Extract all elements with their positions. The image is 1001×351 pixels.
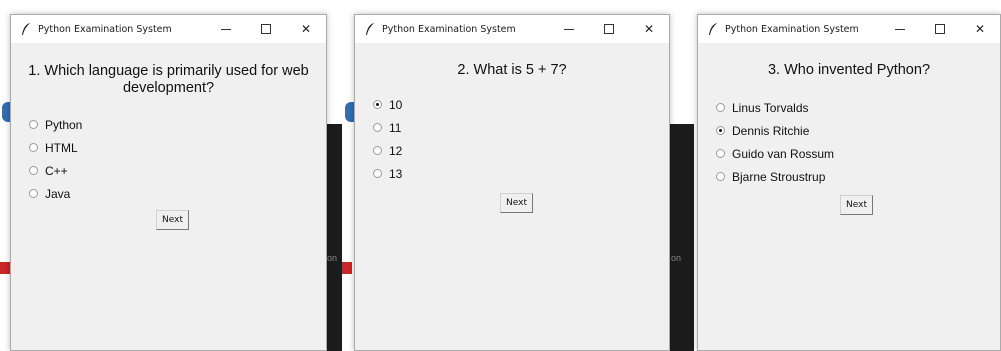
window-controls: ✕: [549, 15, 669, 43]
exam-window-1: Python Examination System ✕ 1. Which lan…: [10, 14, 327, 351]
close-button[interactable]: ✕: [960, 15, 1000, 43]
option-radio[interactable]: 10: [373, 93, 402, 116]
background-text-fragment: on: [671, 253, 682, 263]
radio-icon[interactable]: [716, 103, 725, 112]
desktop-stage: on on Python Examination System ✕ 1. Whi…: [0, 0, 1001, 351]
option-radio[interactable]: C++: [29, 159, 82, 182]
option-label: HTML: [45, 140, 78, 155]
exam-window-2: Python Examination System ✕ 2. What is 5…: [354, 14, 670, 351]
minimize-button[interactable]: [549, 15, 589, 43]
window-title: Python Examination System: [38, 23, 172, 35]
close-button[interactable]: ✕: [629, 15, 669, 43]
radio-icon[interactable]: [29, 143, 38, 152]
next-button[interactable]: Next: [840, 195, 873, 215]
maximize-button[interactable]: [589, 15, 629, 43]
option-radio[interactable]: Linus Torvalds: [716, 96, 834, 119]
option-radio[interactable]: HTML: [29, 136, 82, 159]
option-label: Linus Torvalds: [732, 100, 809, 115]
exam-window-3: Python Examination System ✕ 3. Who inven…: [697, 14, 1001, 351]
window-controls: ✕: [880, 15, 1000, 43]
title-bar[interactable]: Python Examination System ✕: [355, 15, 669, 44]
option-label: Guido van Rossum: [732, 146, 835, 161]
option-radio[interactable]: Python: [29, 113, 82, 136]
radio-icon[interactable]: [373, 146, 382, 155]
option-label: Java: [45, 186, 71, 201]
minimize-button[interactable]: [206, 15, 246, 43]
background-red-marker: [342, 262, 352, 274]
radio-icon[interactable]: [373, 123, 382, 132]
title-bar[interactable]: Python Examination System ✕: [698, 15, 1000, 44]
option-radio[interactable]: 13: [373, 162, 402, 185]
maximize-button[interactable]: [920, 15, 960, 43]
option-label: 11: [389, 120, 402, 135]
radio-icon[interactable]: [716, 172, 725, 181]
window-title: Python Examination System: [382, 23, 516, 35]
feather-icon: [709, 23, 717, 35]
option-label: Bjarne Stroustrup: [732, 169, 826, 184]
radio-icon[interactable]: [29, 166, 38, 175]
option-radio[interactable]: 11: [373, 116, 402, 139]
title-bar[interactable]: Python Examination System ✕: [11, 15, 326, 44]
question-text: 3. Who invented Python?: [767, 62, 931, 78]
option-label: 12: [389, 143, 403, 158]
feather-icon: [22, 23, 30, 35]
background-red-marker: [0, 262, 10, 274]
maximize-button[interactable]: [246, 15, 286, 43]
option-label: Python: [45, 117, 83, 132]
feather-icon: [366, 23, 374, 35]
option-label: C++: [45, 163, 68, 178]
radio-icon[interactable]: [29, 189, 38, 198]
option-label: Dennis Ritchie: [732, 123, 810, 138]
minimize-button[interactable]: [880, 15, 920, 43]
options-list: Python HTML C++ Java: [29, 113, 82, 205]
option-radio[interactable]: Java: [29, 182, 82, 205]
background-text-fragment: on: [327, 253, 338, 263]
option-radio[interactable]: 12: [373, 139, 402, 162]
option-radio[interactable]: Guido van Rossum: [716, 142, 834, 165]
radio-icon[interactable]: [716, 126, 725, 135]
radio-icon[interactable]: [29, 120, 38, 129]
window-controls: ✕: [206, 15, 326, 43]
option-label: 10: [389, 97, 403, 112]
options-list: 10 11 12 13: [373, 93, 402, 185]
next-button[interactable]: Next: [500, 193, 533, 213]
radio-icon[interactable]: [716, 149, 725, 158]
option-label: 13: [389, 166, 403, 181]
question-text: 2. What is 5 + 7?: [457, 62, 567, 78]
option-radio[interactable]: Dennis Ritchie: [716, 119, 834, 142]
window-title: Python Examination System: [725, 23, 859, 35]
next-button[interactable]: Next: [156, 210, 189, 230]
option-radio[interactable]: Bjarne Stroustrup: [716, 165, 834, 188]
close-button[interactable]: ✕: [286, 15, 326, 43]
question-text: 1. Which language is primarily used for …: [28, 63, 309, 96]
radio-icon[interactable]: [373, 100, 382, 109]
options-list: Linus Torvalds Dennis Ritchie Guido van …: [716, 96, 834, 188]
radio-icon[interactable]: [373, 169, 382, 178]
